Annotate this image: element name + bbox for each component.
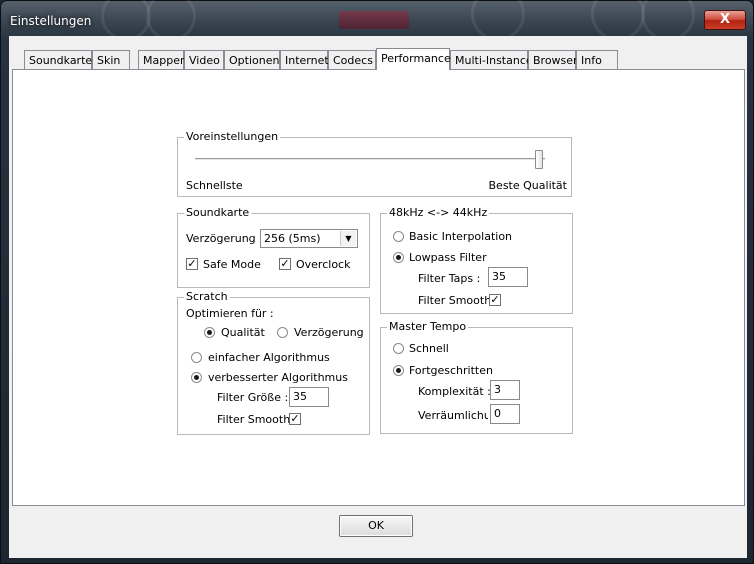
quality-radio[interactable]: [204, 327, 215, 338]
close-button[interactable]: X: [704, 10, 746, 30]
window-title: Einstellungen: [10, 14, 92, 28]
filter-size-input[interactable]: 35: [289, 387, 329, 407]
presets-title: Voreinstellungen: [184, 130, 281, 143]
safe-mode-label: Safe Mode: [203, 258, 261, 271]
simple-algorithm-radio[interactable]: [191, 352, 202, 363]
fast-radio[interactable]: [393, 343, 404, 354]
tab-mapper[interactable]: Mapper: [138, 50, 185, 69]
tab-soundkarten[interactable]: Soundkarten: [24, 50, 99, 69]
ok-button[interactable]: OK: [339, 515, 413, 537]
scratch-delay-label: Verzögerung: [294, 326, 364, 339]
improved-algorithm-label: verbesserter Algorithmus: [208, 371, 348, 384]
complexity-input[interactable]: 3: [490, 380, 520, 400]
delay-dropdown-value: 256 (5ms): [264, 232, 321, 245]
delay-dropdown[interactable]: 256 (5ms) ▼: [260, 229, 358, 248]
dialog-client: Soundkarten Skin Mapper Video Optionen I…: [9, 36, 747, 558]
filter-size-label: Filter Größe :: [217, 391, 289, 404]
scratch-filter-smooth-label: Filter Smooth: [217, 413, 291, 426]
resample-filter-smooth-checkbox[interactable]: ✓: [489, 294, 501, 306]
filter-taps-label: Filter Taps :: [418, 272, 481, 285]
presets-left-label: Schnellste: [186, 179, 243, 192]
overclock-label: Overclock: [296, 258, 351, 271]
chevron-down-icon[interactable]: ▼: [340, 231, 356, 246]
tab-multi-instance[interactable]: Multi-Instance: [450, 50, 533, 69]
scratch-filter-smooth-checkbox[interactable]: ✓: [289, 413, 301, 425]
tab-optionen[interactable]: Optionen: [224, 50, 280, 69]
settings-window: Einstellungen X Soundkarten Skin Mapper …: [0, 0, 754, 564]
tab-video[interactable]: Video: [184, 50, 224, 69]
filter-taps-input[interactable]: 35: [488, 267, 528, 287]
scratch-title: Scratch: [184, 290, 230, 303]
resample-filter-smooth-label: Filter Smooth: [418, 294, 492, 307]
tab-info[interactable]: Info: [576, 50, 618, 69]
improved-algorithm-radio[interactable]: [191, 372, 202, 383]
resample-group: 48kHz <-> 44kHz Basic Interpolation Lowp…: [380, 206, 573, 314]
performance-panel: Voreinstellungen Schnellste Beste Qualit…: [12, 69, 745, 506]
fast-label: Schnell: [409, 342, 449, 355]
resample-title: 48kHz <-> 44kHz: [387, 206, 490, 219]
title-bar[interactable]: Einstellungen X: [1, 1, 754, 35]
scratch-group: Scratch Optimieren für : Qualität Verzög…: [177, 290, 370, 435]
lowpass-filter-label: Lowpass Filter: [409, 251, 487, 264]
delay-label: Verzögerung :: [186, 232, 263, 245]
master-tempo-group: Master Tempo Schnell Fortgeschritten Kom…: [380, 320, 573, 434]
lowpass-filter-radio[interactable]: [393, 252, 404, 263]
quality-label: Qualität: [221, 326, 265, 339]
spatial-input[interactable]: 0: [490, 404, 520, 424]
simple-algorithm-label: einfacher Algorithmus: [208, 351, 330, 364]
basic-interpolation-radio[interactable]: [393, 231, 404, 242]
presets-right-label: Beste Qualität: [488, 179, 567, 192]
basic-interpolation-label: Basic Interpolation: [409, 230, 513, 243]
soundcard-group: Soundkarte Verzögerung : 256 (5ms) ▼ ✓ S…: [177, 206, 370, 288]
tab-browser[interactable]: Browser: [528, 50, 578, 69]
delay-radio[interactable]: [277, 327, 288, 338]
presets-slider-thumb[interactable]: [535, 150, 543, 169]
master-tempo-title: Master Tempo: [387, 320, 469, 333]
advanced-radio[interactable]: [393, 365, 404, 376]
tab-codecs[interactable]: Codecs: [328, 50, 376, 69]
spatial-label: Verräumlichung: [418, 409, 488, 422]
presets-group: Voreinstellungen Schnellste Beste Qualit…: [177, 130, 572, 197]
overclock-checkbox[interactable]: ✓: [279, 258, 291, 270]
soundcard-title: Soundkarte: [184, 206, 252, 219]
optimize-label: Optimieren für :: [186, 307, 274, 320]
tab-internet[interactable]: Internet: [280, 50, 329, 69]
tab-skin[interactable]: Skin: [92, 50, 130, 69]
complexity-label: Komplexität :: [418, 385, 491, 398]
tab-performance[interactable]: Performance: [376, 48, 451, 70]
safe-mode-checkbox[interactable]: ✓: [186, 258, 198, 270]
advanced-label: Fortgeschritten: [409, 364, 493, 377]
presets-slider-track[interactable]: [195, 158, 545, 161]
